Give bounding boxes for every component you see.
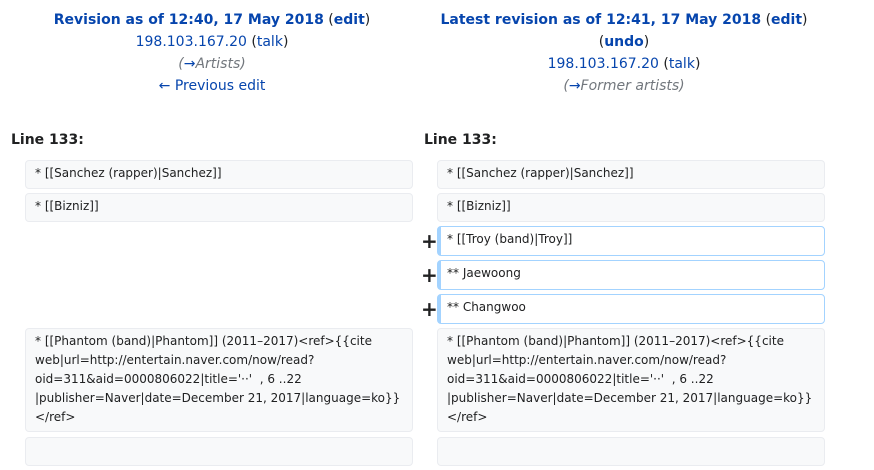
added-line-marker: + [421,297,438,321]
old-revision-header: Revision as of 12:40, 17 May 2018 (edit)… [12,9,412,97]
paren: ) [282,34,289,50]
old-section-name: Artists [195,56,241,72]
line-number-right: Line 133: [424,132,497,148]
old-talk-link[interactable]: talk [257,34,283,50]
new-revision-header: Latest revision as of 12:41, 17 May 2018… [424,9,824,97]
context-line-left [25,437,413,466]
line-number-left: Line 133: [11,132,84,148]
paren: ) [364,12,371,28]
old-section-arrow-link[interactable]: → [184,56,196,72]
added-line: ** Jaewoong [437,260,825,290]
old-edit-link[interactable]: edit [334,12,365,28]
new-user-link[interactable]: 198.103.167.20 [548,56,659,72]
previous-edit-link[interactable]: ← Previous edit [159,78,266,94]
added-line-marker: + [421,263,438,287]
new-edit-summary: (→Former artists) [563,78,685,94]
context-line-right [437,437,825,466]
paren: ) [694,56,701,72]
context-line-left: * [[Phantom (band)|Phantom]] (2011–2017)… [25,328,413,432]
paren: ) [643,34,650,50]
new-section-name: Former artists [580,78,680,94]
old-revision-link[interactable]: Revision as of 12:40, 17 May 2018 [54,12,324,28]
added-line: * [[Troy (band)|Troy]] [437,226,825,256]
undo-link[interactable]: undo [604,34,644,50]
old-user-link[interactable]: 198.103.167.20 [136,34,247,50]
context-line-right: * [[Phantom (band)|Phantom]] (2011–2017)… [437,328,825,432]
new-section-arrow-link[interactable]: → [569,78,581,94]
context-line-right: * [[Bizniz]] [437,193,825,222]
context-line-right: * [[Sanchez (rapper)|Sanchez]] [437,160,825,189]
new-edit-link[interactable]: edit [771,12,802,28]
added-line: ** Changwoo [437,294,825,324]
paren: ) [802,12,808,28]
new-revision-link[interactable]: Latest revision as of 12:41, 17 May 2018 [440,12,761,28]
new-talk-link[interactable]: talk [669,56,695,72]
context-line-left: * [[Sanchez (rapper)|Sanchez]] [25,160,413,189]
context-line-left: * [[Bizniz]] [25,193,413,222]
old-edit-summary: (→Artists) [178,56,246,72]
added-line-marker: + [421,229,438,253]
